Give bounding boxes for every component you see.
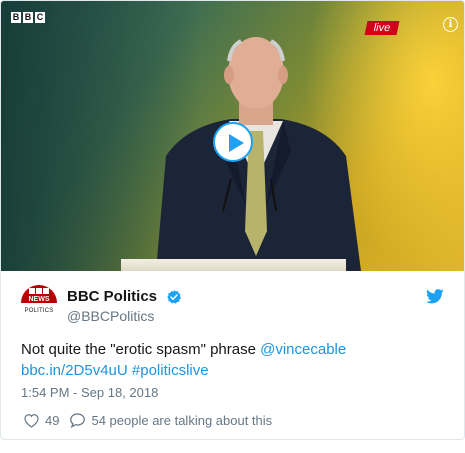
tweet-timestamp[interactable]: 1:54 PM - Sep 18, 2018 xyxy=(21,385,158,400)
lectern xyxy=(121,259,346,271)
author-handle[interactable]: @BBCPolitics xyxy=(67,308,154,324)
verified-badge-icon xyxy=(167,290,181,304)
hashtag-link[interactable]: #politicslive xyxy=(132,362,209,379)
like-count: 49 xyxy=(45,412,60,428)
mention-link[interactable]: @vincecable xyxy=(260,341,346,358)
info-icon[interactable]: i xyxy=(443,17,458,32)
avatar-bbc-blocks xyxy=(29,288,49,294)
bbc-logo-letter: B xyxy=(23,12,33,23)
url-link[interactable]: bbc.in/2D5v4uU xyxy=(21,362,128,379)
embedded-tweet-card: B B C live i NEWS POLITICS BBC Politics … xyxy=(0,0,465,440)
tweet-actions: 49 54 people are talking about this xyxy=(23,412,272,428)
heart-icon[interactable] xyxy=(23,413,40,428)
avatar-politics-text: POLITICS xyxy=(24,308,54,314)
play-button[interactable] xyxy=(213,122,253,162)
avatar-news-text: NEWS xyxy=(28,296,50,303)
play-icon xyxy=(229,134,244,152)
bbc-logo-letter: B xyxy=(11,12,21,23)
speech-bubble-icon[interactable] xyxy=(69,412,86,428)
twitter-bird-icon[interactable] xyxy=(426,289,444,304)
author-display-name[interactable]: BBC Politics xyxy=(67,288,157,305)
tweet-text: Not quite the "erotic spasm" phrase @vin… xyxy=(21,339,441,381)
bbc-logo-letter: C xyxy=(35,12,45,23)
video-player[interactable]: B B C live i xyxy=(1,1,464,271)
talking-about-link[interactable]: 54 people are talking about this xyxy=(91,413,272,428)
bbc-channel-logo: B B C xyxy=(11,12,45,23)
speaker-figure xyxy=(156,37,361,271)
tweet-body-text: Not quite the "erotic spasm" phrase xyxy=(21,341,256,358)
avatar[interactable]: NEWS POLITICS xyxy=(21,285,57,321)
